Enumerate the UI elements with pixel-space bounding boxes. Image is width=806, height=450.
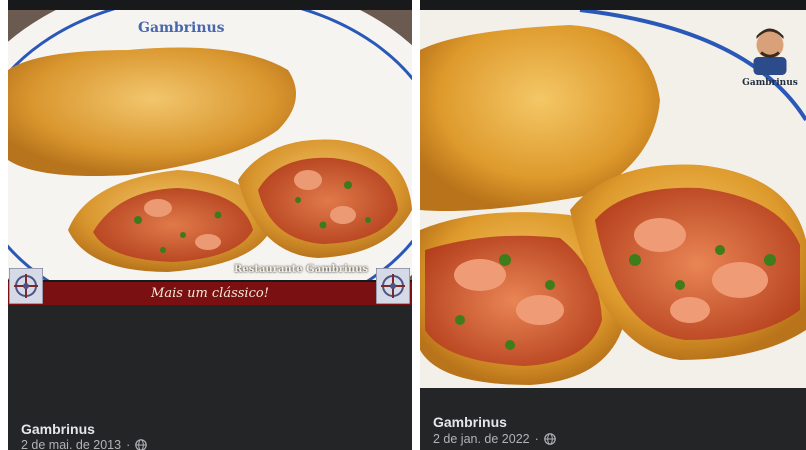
- post-card-right[interactable]: Gambrinus Gambrinus 2 de jan. de 2022 ·: [420, 0, 806, 450]
- banner-text: Mais um clássico!: [151, 286, 269, 301]
- post-spacer: [8, 305, 412, 409]
- author-name[interactable]: Gambrinus: [21, 421, 95, 437]
- plate-logo: Gambrinus: [138, 20, 225, 36]
- post-meta: 2 de mai. de 2013 ·: [21, 438, 148, 450]
- post-date[interactable]: 2 de mai. de 2013: [21, 438, 121, 450]
- post-meta: 2 de jan. de 2022 ·: [433, 432, 556, 446]
- post-photo[interactable]: Gambrinus: [8, 10, 412, 280]
- logo-text: Gambrinus: [742, 78, 798, 88]
- caption-banner: Mais um clássico!: [8, 282, 412, 305]
- chef-mascot-icon: [753, 28, 787, 75]
- meta-separator: ·: [534, 432, 539, 446]
- post-spacer: [420, 388, 806, 396]
- post-footer: Gambrinus 2 de mai. de 2013 ·: [8, 409, 412, 450]
- globe-icon: [543, 433, 556, 445]
- post-photo[interactable]: Gambrinus: [420, 10, 806, 388]
- post-footer: Gambrinus 2 de jan. de 2022 ·: [420, 396, 806, 450]
- restaurant-watermark: Restaurante Gambrinus: [234, 264, 368, 275]
- azulejo-tile-icon: [8, 267, 44, 305]
- brand-logo: Gambrinus: [740, 24, 800, 88]
- azulejo-tile-icon: [375, 267, 411, 305]
- post-date[interactable]: 2 de jan. de 2022: [433, 432, 530, 446]
- globe-icon: [135, 439, 148, 450]
- meta-separator: ·: [126, 438, 131, 450]
- author-name[interactable]: Gambrinus: [433, 414, 507, 430]
- post-card-left[interactable]: Gambrinus Restaurante Gambrinus Mais um …: [8, 0, 412, 450]
